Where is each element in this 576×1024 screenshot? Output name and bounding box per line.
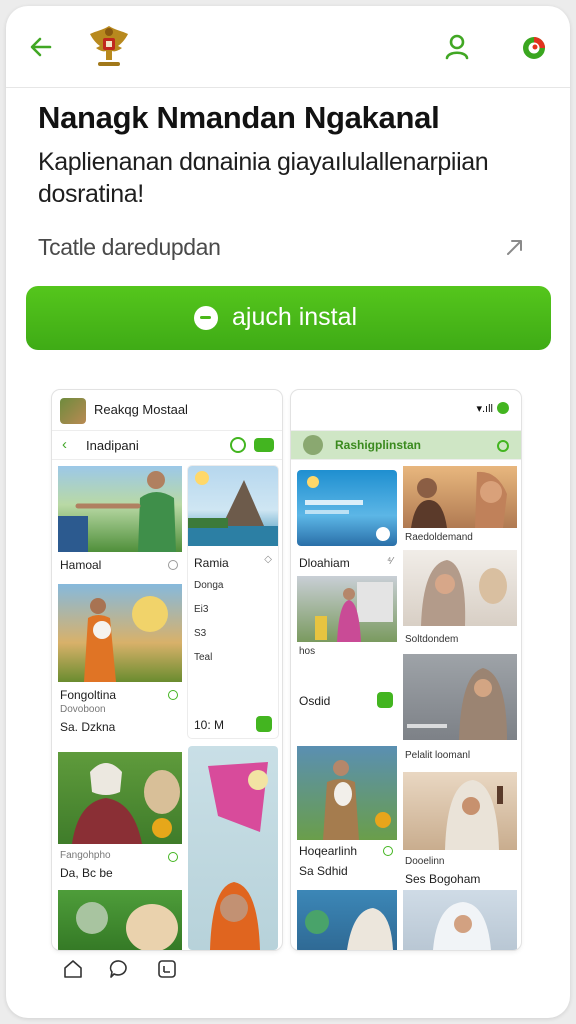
tile-caption: Fangohpho: [60, 850, 111, 861]
tile-footer: 10: M: [194, 718, 225, 732]
top-bar: [6, 6, 570, 88]
tile-caption: Dooelinn: [405, 856, 445, 867]
screenshot-phone-left: Reakqg Mostaal ‹ Inadipani Hamoal Fongol…: [52, 390, 282, 950]
list-item: Raedoldemand: [403, 466, 517, 550]
list-item: [297, 890, 397, 950]
status-bar: ▾.ıll: [476, 402, 509, 415]
garuda-emblem: [90, 26, 128, 66]
phone-nav-title: Rashigplinstan: [335, 438, 422, 452]
phone-app-title: Reakqg Mostaal: [94, 402, 188, 417]
tile-caption: Ramia: [194, 556, 229, 570]
list-item: Hoqearlinh Sa Sdhid: [297, 746, 397, 882]
tile-extra: Ses Bogoham: [405, 872, 481, 886]
install-button-label: ajuch instal: [232, 303, 358, 331]
detail-row: Ei3: [194, 604, 209, 615]
check-icon: [168, 852, 178, 862]
detail-row: Teal: [194, 652, 213, 663]
tile-sub: Dovoboon: [60, 704, 106, 715]
app-avatar: [60, 398, 86, 424]
bell-icon: ⁴⁄: [387, 556, 393, 567]
detail-row: Donga: [194, 580, 224, 591]
notification-dot: [497, 402, 509, 414]
tile-extra: Sa. Dzkna: [60, 720, 116, 734]
search-icon: [230, 437, 246, 453]
phone-header: Reakqg Mostaal: [52, 390, 282, 430]
minus-circle-icon: [194, 306, 218, 330]
list-item: Fangohpho Da, Bc be: [58, 752, 182, 882]
chat-icon[interactable]: [108, 958, 130, 980]
detail-row: S3: [194, 628, 207, 639]
list-item: [403, 890, 517, 950]
chevron-right-icon[interactable]: [504, 236, 526, 258]
chevron-left-icon: ‹: [62, 436, 67, 453]
phone-nav-bar: Rashigplinstan: [291, 430, 521, 460]
list-item: Pelalit loomanl: [403, 654, 517, 766]
install-button[interactable]: ajuch instal: [26, 286, 551, 350]
app-page: Nanagk Nmandan Ngakanal Kaplienanan dɑna…: [6, 6, 570, 1018]
tile-caption: Hamoal: [60, 558, 102, 572]
list-item: Dloahiam ⁴⁄ hos Osdid: [297, 470, 397, 738]
tile-caption: Dloahiam: [299, 556, 350, 570]
app-avatar: [303, 435, 323, 455]
tile-caption: Raedoldemand: [405, 532, 473, 543]
bottom-nav: [62, 958, 202, 984]
gallery-icon[interactable]: [156, 958, 178, 980]
diamond-icon: ◇: [264, 554, 272, 565]
phone-nav-title: Inadipani: [86, 438, 139, 453]
phone-header: ▾.ıll: [291, 390, 521, 430]
arrow-left-icon[interactable]: [28, 34, 54, 60]
phone-nav-bar: ‹ Inadipani: [52, 430, 282, 460]
check-icon: [168, 690, 178, 700]
list-item: Soltdondem: [403, 550, 517, 654]
page-subtitle: Kaplienanan dɑnainia giayaılulallenarpii…: [38, 148, 489, 208]
tile-extra: Osdid: [299, 694, 331, 708]
details-link-row[interactable]: Tcatle daredupdan: [38, 230, 538, 266]
tile-caption: Soltdondem: [405, 634, 459, 645]
app-badge-icon[interactable]: [522, 36, 546, 60]
list-item: Hamoal: [58, 466, 182, 574]
action-icon: [256, 716, 272, 732]
user-icon[interactable]: [445, 34, 469, 60]
tile-sub: hos: [299, 646, 316, 657]
tile-extra: Sa Sdhid: [299, 864, 348, 878]
list-item: [58, 890, 182, 950]
status-icon: [497, 440, 509, 452]
action-icon: [377, 692, 393, 708]
signal-icon: ▾.ıll: [476, 403, 493, 415]
list-item: Ramia ◇ Donga Ei3 S3 Teal 10: M: [188, 466, 278, 738]
tile-caption: Fongoltina: [60, 688, 117, 702]
page-title: Nanagk Nmandan Ngakanal: [38, 100, 440, 135]
tile-extra: Da, Bc be: [60, 866, 113, 880]
check-icon: [383, 846, 393, 856]
list-item: [188, 746, 278, 950]
tile-caption: Hoqearlinh: [299, 844, 358, 858]
screenshot-phone-right: ▾.ıll Rashigplinstan Dloahiam ⁴⁄ hos Osd…: [291, 390, 521, 950]
tile-caption: Pelalit loomanl: [405, 750, 471, 761]
details-link-text[interactable]: Tcatle daredupdan: [38, 234, 221, 261]
chat-pill-icon: [254, 438, 274, 452]
home-icon[interactable]: [62, 958, 84, 980]
list-item: Fongoltina Dovoboon Sa. Dzkna: [58, 584, 182, 744]
heart-icon: [168, 560, 178, 570]
list-item: Dooelinn Ses Bogoham: [403, 772, 517, 888]
